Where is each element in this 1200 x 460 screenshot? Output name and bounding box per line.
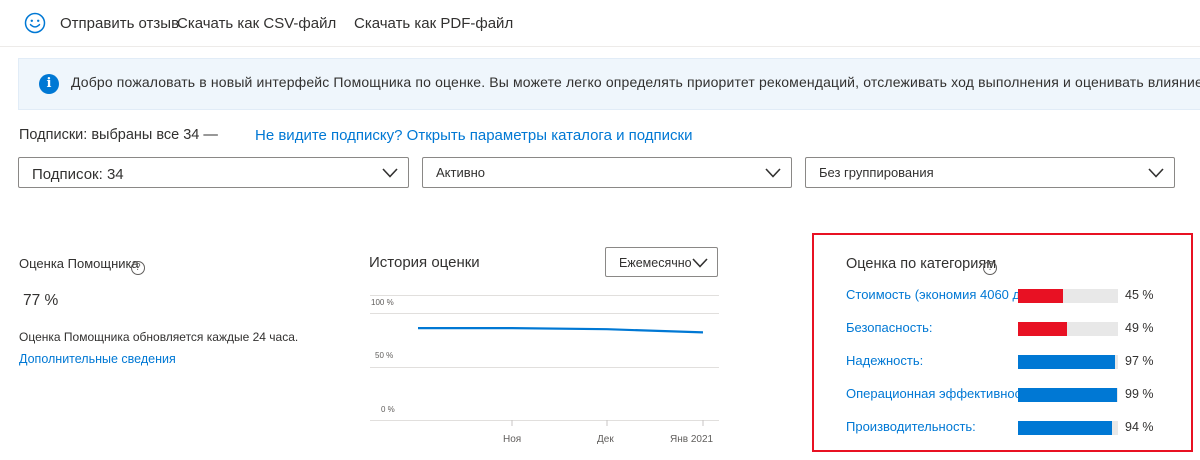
x-tick-label: Дек bbox=[597, 434, 614, 445]
advisor-score-heading: Оценка Помощника? bbox=[19, 256, 145, 275]
category-bar-track bbox=[1018, 355, 1118, 369]
category-percent: 99 % bbox=[1125, 387, 1154, 401]
grouping-dropdown-value: Без группирования bbox=[819, 165, 934, 180]
y-tick-label: 0 % bbox=[381, 405, 395, 414]
period-dropdown-value: Ежемесячно bbox=[619, 256, 692, 270]
score-history-title: История оценки bbox=[369, 254, 480, 271]
category-scores-heading: Оценка по категориям? bbox=[846, 256, 998, 275]
advisor-score-title: Оценка Помощника bbox=[19, 256, 139, 271]
category-label[interactable]: Операционная эффективность: bbox=[846, 386, 1037, 401]
chevron-down-icon bbox=[692, 257, 708, 269]
category-bar-fill bbox=[1018, 421, 1112, 435]
category-bar-track bbox=[1018, 322, 1118, 336]
advisor-score-note: Оценка Помощника обновляется каждые 24 ч… bbox=[19, 330, 299, 344]
score-history-line bbox=[418, 327, 704, 334]
category-bar-track bbox=[1018, 289, 1118, 303]
gridline-0 bbox=[370, 420, 719, 421]
chevron-down-icon bbox=[382, 168, 398, 178]
open-settings-link[interactable]: Не видите подписку? Открыть параметры ка… bbox=[255, 127, 692, 144]
status-dropdown-value: Активно bbox=[436, 165, 486, 180]
gridline-lower bbox=[370, 367, 719, 368]
smile-feedback-icon[interactable] bbox=[24, 12, 46, 34]
download-csv-button[interactable]: Скачать как CSV-файл bbox=[177, 15, 336, 32]
category-scores-title: Оценка по категориям bbox=[846, 256, 997, 272]
chevron-down-icon bbox=[765, 168, 781, 178]
help-icon[interactable]: ? bbox=[983, 261, 998, 275]
help-icon[interactable]: ? bbox=[130, 261, 145, 275]
category-bar-fill bbox=[1018, 322, 1067, 336]
status-dropdown[interactable]: Активно bbox=[422, 157, 792, 188]
subscriptions-status: Подписки: выбраны все 34 — bbox=[19, 127, 218, 143]
toolbar-divider bbox=[0, 46, 1200, 47]
open-settings-link-text[interactable]: Не видите подписку? Открыть параметры bbox=[255, 127, 547, 144]
chevron-down-icon bbox=[1148, 168, 1164, 178]
banner-text: Добро пожаловать в новый интерфейс Помощ… bbox=[71, 74, 1200, 90]
period-dropdown[interactable]: Ежемесячно bbox=[605, 247, 718, 277]
y-tick-label: 100 % bbox=[371, 298, 394, 307]
category-label[interactable]: Производительность: bbox=[846, 419, 976, 434]
category-bar-fill bbox=[1018, 388, 1117, 402]
subscriptions-dropdown-value: Подписок: 34 bbox=[32, 166, 124, 183]
category-percent: 45 % bbox=[1125, 288, 1154, 302]
x-tick-label: Ноя bbox=[503, 434, 522, 445]
category-percent: 94 % bbox=[1125, 420, 1154, 434]
grouping-dropdown[interactable]: Без группирования bbox=[805, 157, 1175, 188]
category-percent: 49 % bbox=[1125, 321, 1154, 335]
category-percent: 97 % bbox=[1125, 354, 1154, 368]
category-scores-panel: Оценка по категориям? Стоимость (экономи… bbox=[812, 233, 1193, 452]
category-label[interactable]: Надежность: bbox=[846, 353, 923, 368]
category-bar-track bbox=[1018, 421, 1118, 435]
send-feedback-button[interactable]: Отправить отзыв bbox=[60, 15, 182, 32]
y-tick-label: 50 % bbox=[375, 351, 394, 360]
subscriptions-dropdown[interactable]: Подписок: 34 bbox=[18, 157, 409, 188]
learn-more-link[interactable]: Дополнительные сведения bbox=[19, 352, 176, 366]
category-bar-fill bbox=[1018, 289, 1063, 303]
x-tick-label: Янв 2021 bbox=[670, 434, 714, 445]
gridline-upper bbox=[370, 313, 719, 314]
category-label[interactable]: Безопасность: bbox=[846, 320, 933, 335]
info-icon: i bbox=[39, 74, 59, 94]
category-bar-fill bbox=[1018, 355, 1115, 369]
download-pdf-button[interactable]: Скачать как PDF-файл bbox=[354, 15, 513, 32]
gridline-100 bbox=[370, 295, 719, 296]
info-banner: i Добро пожаловать в новый интерфейс Пом… bbox=[18, 58, 1200, 110]
directory-subscriptions-link-text[interactable]: каталога и подписки bbox=[551, 127, 692, 144]
advisor-score-value: 77 % bbox=[23, 292, 59, 309]
category-bar-track bbox=[1018, 388, 1118, 402]
